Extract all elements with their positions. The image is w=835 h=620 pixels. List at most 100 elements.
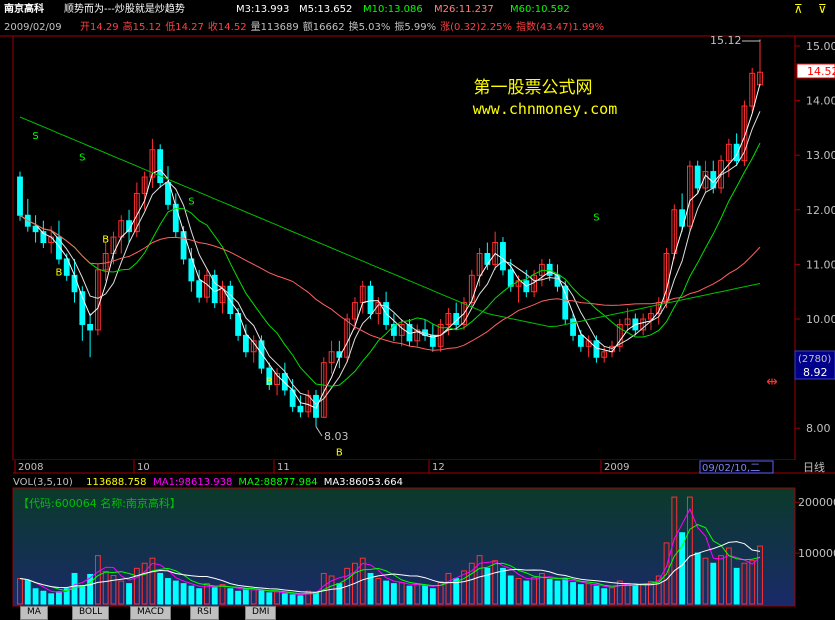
watermark-title: 第一股票公式网 bbox=[474, 78, 593, 98]
volume-bar bbox=[172, 580, 179, 605]
volume-bar bbox=[390, 583, 397, 605]
volume-bar bbox=[523, 580, 530, 605]
time-axis-label: 11 bbox=[277, 462, 290, 473]
volume-bar bbox=[157, 572, 164, 605]
time-axis-label: 10 bbox=[137, 462, 150, 473]
low-value-label: 8.03 bbox=[324, 430, 349, 443]
volume-bar bbox=[632, 585, 639, 605]
volume-legend-item: VOL(3,5,10) bbox=[13, 477, 73, 488]
signal-s: S bbox=[593, 213, 599, 224]
volume-bar bbox=[336, 583, 343, 605]
candle-body bbox=[313, 394, 319, 418]
price-axis-label: 11.00 bbox=[806, 258, 835, 271]
candle-body bbox=[87, 323, 94, 331]
time-cursor-label: 09/02/10,二 bbox=[702, 463, 760, 474]
candle-body bbox=[554, 274, 561, 287]
signal-s: S bbox=[79, 153, 85, 164]
volume-axis-label: 200000 bbox=[798, 496, 835, 509]
volume-bar bbox=[429, 588, 436, 605]
candle-body bbox=[507, 269, 514, 287]
volume-bar bbox=[227, 588, 234, 605]
candle-body bbox=[242, 334, 249, 353]
volume-bar bbox=[593, 585, 600, 605]
info-value-label: 8.92 bbox=[803, 366, 828, 379]
candle-body bbox=[157, 149, 164, 184]
watermark-url: www.chnmoney.com bbox=[473, 100, 618, 118]
volume-bar bbox=[235, 590, 242, 605]
ma10-line bbox=[19, 142, 761, 387]
volume-bar bbox=[484, 567, 491, 605]
volume-bar bbox=[48, 593, 55, 605]
candle-body bbox=[500, 242, 506, 271]
volume-bar bbox=[32, 588, 39, 605]
period-label: 日线 bbox=[803, 460, 825, 474]
volume-bar bbox=[406, 585, 413, 605]
tab-ma[interactable]: MA bbox=[20, 606, 48, 620]
volume-bar bbox=[422, 585, 428, 605]
candle-body bbox=[562, 285, 569, 320]
low-pointer bbox=[315, 426, 323, 437]
volume-bar bbox=[196, 588, 203, 605]
candle-body bbox=[297, 405, 304, 413]
volume-bar bbox=[165, 578, 171, 605]
volume-axis-label: 100000 bbox=[798, 547, 835, 560]
volume-bar bbox=[546, 579, 553, 605]
volume-bar bbox=[313, 592, 319, 605]
high-value-label: 15.12 bbox=[710, 34, 742, 47]
signal-b: B bbox=[266, 377, 273, 388]
candle-body bbox=[367, 285, 374, 315]
signal-s: S bbox=[32, 131, 38, 142]
signal-b: B bbox=[56, 267, 63, 278]
price-axis-label: 12.00 bbox=[806, 204, 835, 217]
tab-boll[interactable]: BOLL bbox=[72, 606, 110, 620]
volume-bar bbox=[56, 591, 62, 605]
tab-rsi[interactable]: RSI bbox=[190, 606, 219, 620]
candle-body bbox=[17, 176, 23, 216]
volume-bar bbox=[733, 567, 740, 605]
volume-bar bbox=[297, 595, 304, 605]
candle-body bbox=[694, 165, 701, 189]
tab-dmi[interactable]: DMI bbox=[245, 606, 277, 620]
volume-bar bbox=[562, 578, 569, 605]
price-axis-label: 10.00 bbox=[806, 313, 835, 326]
price-panel-frame bbox=[12, 35, 796, 461]
volume-bar bbox=[383, 580, 390, 605]
code-label: 【代码:600064 名称:南京高科】 bbox=[18, 496, 181, 510]
candle-body bbox=[577, 334, 584, 347]
ma5-line bbox=[19, 111, 761, 405]
candle-body bbox=[570, 318, 576, 336]
signal-b: B bbox=[102, 235, 109, 246]
volume-bar bbox=[79, 585, 86, 605]
volume-legend-item: MA2:88877.984 bbox=[238, 477, 317, 488]
candle-body bbox=[546, 263, 553, 276]
tab-macd[interactable]: MACD bbox=[130, 606, 171, 620]
info-left-label: (2780) bbox=[798, 354, 831, 365]
volume-bar bbox=[570, 582, 576, 605]
volume-bar bbox=[180, 583, 187, 605]
volume-bar bbox=[258, 590, 265, 605]
candle-body bbox=[733, 143, 740, 162]
volume-legend-item: MA3:86053.664 bbox=[324, 477, 403, 488]
volume-bar bbox=[188, 585, 195, 605]
volume-bar bbox=[281, 593, 288, 605]
candle-body bbox=[593, 340, 600, 358]
candle-body bbox=[196, 280, 203, 298]
price-axis-label: 14.00 bbox=[806, 95, 835, 108]
volume-bar bbox=[601, 588, 608, 605]
signal-s: S bbox=[188, 196, 194, 207]
volume-legend-item: MA1:98613.938 bbox=[153, 477, 232, 488]
volume-bar bbox=[507, 575, 514, 605]
volume-bar bbox=[24, 580, 31, 605]
volume-legend-item: 113688.758 bbox=[86, 477, 146, 488]
crosshair-icon: ⇹ bbox=[766, 374, 778, 390]
stock-chart[interactable]: 15.0014.0013.0012.0011.0010.009.008.0020… bbox=[0, 0, 835, 616]
volume-bar bbox=[577, 584, 584, 605]
time-axis-label: 2008 bbox=[18, 462, 43, 473]
volume-bar bbox=[211, 587, 218, 605]
price-axis-label: 13.00 bbox=[806, 149, 835, 162]
volume-bar bbox=[40, 590, 47, 605]
candle-body bbox=[71, 274, 78, 293]
price-axis-label: 15.00 bbox=[806, 40, 835, 53]
signal-b: B bbox=[336, 448, 343, 459]
volume-bar bbox=[710, 562, 717, 605]
